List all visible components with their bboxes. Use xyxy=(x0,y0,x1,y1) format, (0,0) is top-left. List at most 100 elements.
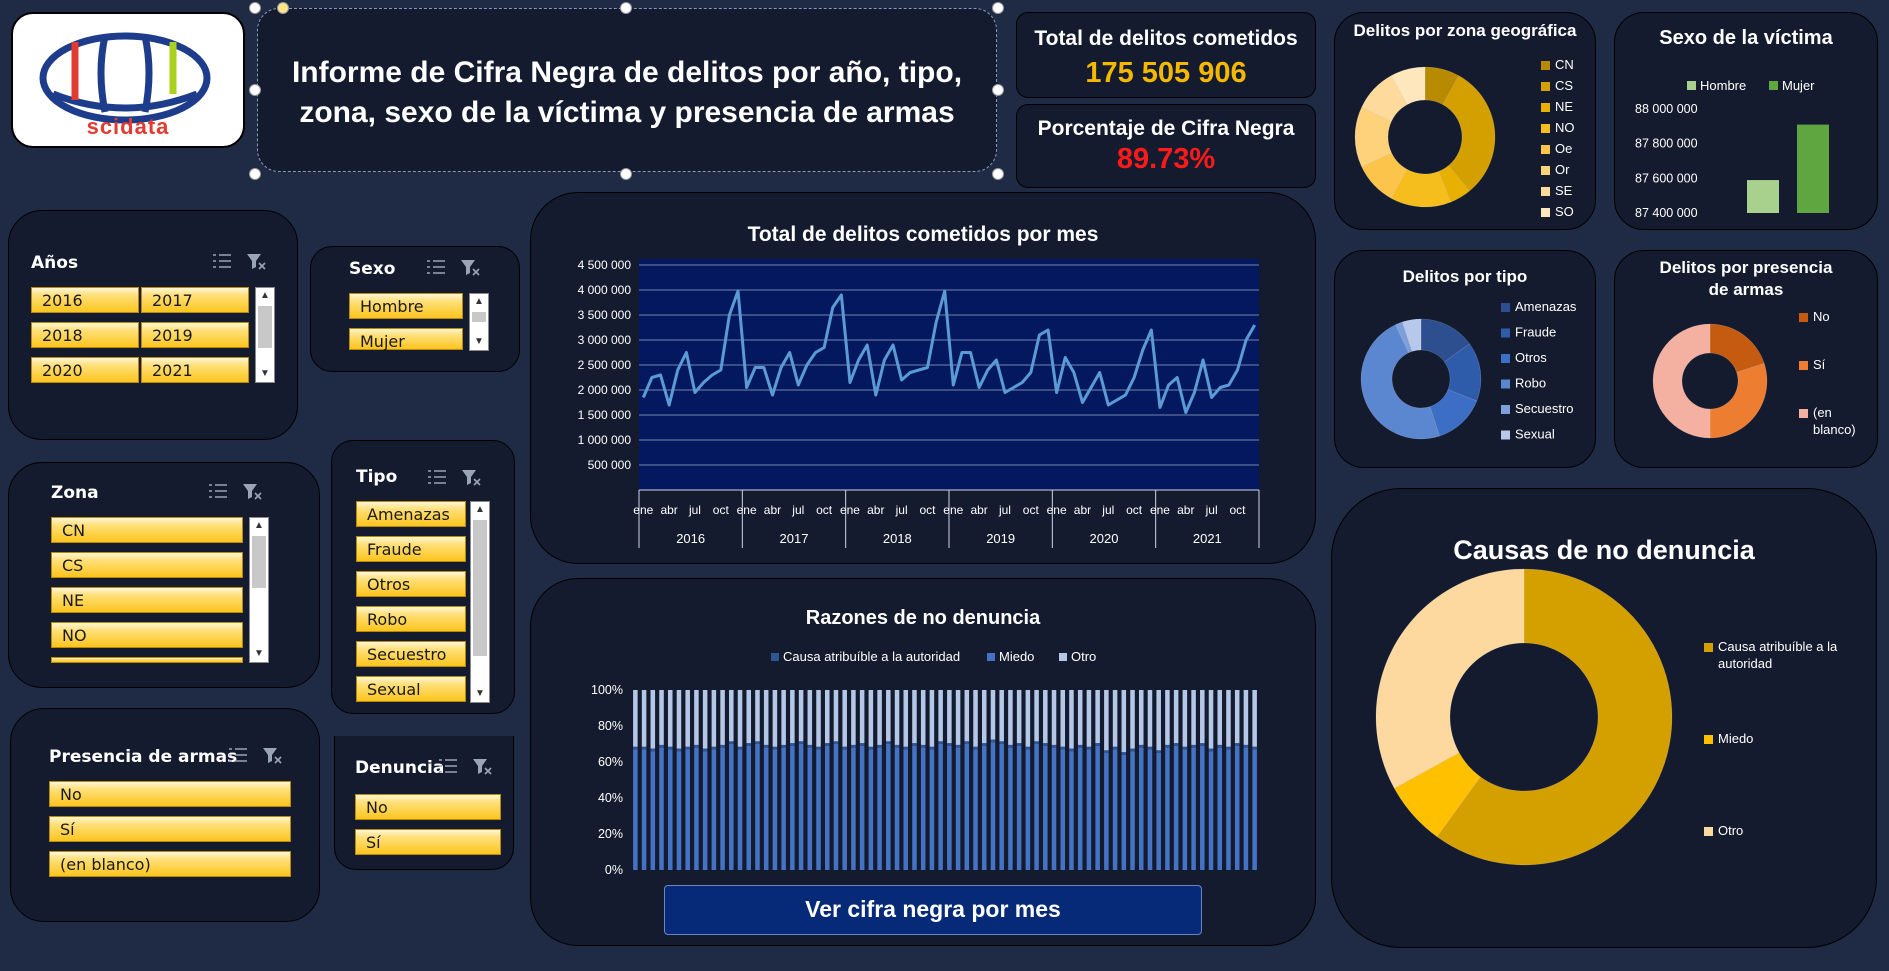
bar-otro xyxy=(746,690,752,744)
clear-filter-icon[interactable] xyxy=(245,251,267,271)
title-box[interactable]: Informe de Cifra Negra de delitos por añ… xyxy=(257,8,997,172)
legend-swatch xyxy=(1704,643,1713,652)
scroll-down-icon[interactable]: ▼ xyxy=(471,686,489,702)
bar-miedo xyxy=(816,746,821,750)
bar-causa xyxy=(667,749,673,870)
multi-select-icon[interactable] xyxy=(426,467,448,487)
bar-causa xyxy=(1086,749,1092,870)
multi-select-icon[interactable] xyxy=(207,481,229,501)
donut-slice xyxy=(1709,363,1768,439)
bar-otro xyxy=(842,690,847,747)
resize-handle[interactable] xyxy=(249,168,261,180)
chart-causas: Causas de no denuncia Causa atribuíble a… xyxy=(1331,488,1877,948)
bar-miedo xyxy=(1165,744,1170,748)
slicer-item[interactable]: Mujer xyxy=(349,328,463,351)
legend-swatch xyxy=(1059,653,1067,661)
clear-filter-icon[interactable] xyxy=(471,756,493,776)
year-label: 2017 xyxy=(780,531,809,546)
slicer-item[interactable]: Sí xyxy=(49,816,291,842)
legend-swatch xyxy=(771,653,779,661)
slicer-item[interactable] xyxy=(51,657,243,663)
donut-slice xyxy=(1709,323,1765,373)
slicer-item[interactable]: NO xyxy=(51,622,243,648)
slicer-item[interactable]: Secuestro xyxy=(356,641,466,667)
scrollbar[interactable]: ▲ ▼ xyxy=(470,501,490,703)
legend-swatch xyxy=(1501,379,1510,389)
slicer-item[interactable]: 2016 xyxy=(31,287,139,313)
bar-causa xyxy=(877,747,882,870)
slicer-item[interactable]: NE xyxy=(51,587,243,613)
clear-filter-icon[interactable] xyxy=(261,745,283,765)
bar-otro xyxy=(894,690,900,745)
legend-swatch xyxy=(1541,187,1550,196)
resize-handle[interactable] xyxy=(620,2,632,14)
resize-handle[interactable] xyxy=(992,84,1004,96)
bar-otro xyxy=(711,690,717,747)
multi-select-icon[interactable] xyxy=(425,257,447,277)
clear-filter-icon[interactable] xyxy=(241,481,263,501)
bar-miedo xyxy=(807,744,813,748)
slicer-item[interactable]: Sí xyxy=(355,829,501,855)
resize-handle[interactable] xyxy=(620,168,632,180)
slicer-item[interactable]: 2020 xyxy=(31,357,139,383)
slicer-item[interactable]: No xyxy=(355,794,501,820)
multi-select-icon[interactable] xyxy=(211,251,233,271)
bar-otro xyxy=(1156,690,1161,751)
bar-causa xyxy=(1051,747,1057,870)
resize-handle[interactable] xyxy=(249,84,261,96)
bar-causa xyxy=(676,751,682,870)
slicer-title: Zona xyxy=(51,483,99,503)
scroll-up-icon[interactable]: ▲ xyxy=(471,502,489,518)
bar-otro xyxy=(1008,690,1013,745)
scroll-up-icon[interactable]: ▲ xyxy=(256,288,274,304)
scroll-up-icon[interactable]: ▲ xyxy=(470,294,488,310)
scrollbar[interactable]: ▲ ▼ xyxy=(469,293,489,351)
bar-causa xyxy=(755,744,760,870)
bar-miedo xyxy=(676,748,682,752)
clear-filter-icon[interactable] xyxy=(459,257,481,277)
kpi-total-label: Total de delitos cometidos xyxy=(1034,27,1298,50)
bar-causa xyxy=(1034,744,1039,870)
resize-handle[interactable] xyxy=(277,2,289,14)
slicer-item[interactable]: CN xyxy=(51,517,243,543)
y-tick-label: 87 600 000 xyxy=(1635,171,1698,185)
bar-otro xyxy=(1234,690,1240,744)
bar-otro xyxy=(755,690,760,742)
bar-causa xyxy=(781,747,786,870)
resize-handle[interactable] xyxy=(249,2,261,14)
bar-miedo xyxy=(990,739,996,743)
slicer-item[interactable]: 2017 xyxy=(141,287,249,313)
slicer-item[interactable]: No xyxy=(49,781,291,807)
resize-handle[interactable] xyxy=(992,2,1004,14)
scroll-up-icon[interactable]: ▲ xyxy=(250,518,268,534)
scrollbar[interactable]: ▲ ▼ xyxy=(249,517,269,663)
multi-select-icon[interactable] xyxy=(437,756,459,776)
y-tick-label: 2 500 000 xyxy=(578,358,632,372)
bar-causa xyxy=(763,747,769,870)
year-label: 2021 xyxy=(1193,531,1222,546)
slicer-item[interactable]: Fraude xyxy=(356,536,466,562)
slicer-item[interactable]: 2021 xyxy=(141,357,249,383)
bar-miedo xyxy=(1060,746,1066,750)
scroll-down-icon[interactable]: ▼ xyxy=(470,334,488,350)
slicer-item[interactable]: Robo xyxy=(356,606,466,632)
multi-select-icon[interactable] xyxy=(227,745,249,765)
slicer-item[interactable]: (en blanco) xyxy=(49,851,291,877)
bar-causa xyxy=(981,745,987,870)
clear-filter-icon[interactable] xyxy=(460,467,482,487)
slicer-item[interactable]: 2018 xyxy=(31,322,139,348)
bar-miedo xyxy=(755,741,760,744)
slicer-item[interactable]: Sexual xyxy=(356,676,466,702)
slicer-item[interactable]: 2019 xyxy=(141,322,249,348)
scroll-down-icon[interactable]: ▼ xyxy=(250,646,268,662)
ver-cifra-negra-button[interactable]: Ver cifra negra por mes xyxy=(664,885,1202,935)
slicer-item[interactable]: Amenazas xyxy=(356,501,466,527)
slicer-item[interactable]: CS xyxy=(51,552,243,578)
scroll-down-icon[interactable]: ▼ xyxy=(256,366,274,382)
resize-handle[interactable] xyxy=(992,168,1004,180)
bar-causa xyxy=(842,749,847,870)
bar-causa xyxy=(1165,747,1170,870)
slicer-item[interactable]: Hombre xyxy=(349,293,463,319)
slicer-item[interactable]: Otros xyxy=(356,571,466,597)
scrollbar[interactable]: ▲ ▼ xyxy=(255,287,275,383)
